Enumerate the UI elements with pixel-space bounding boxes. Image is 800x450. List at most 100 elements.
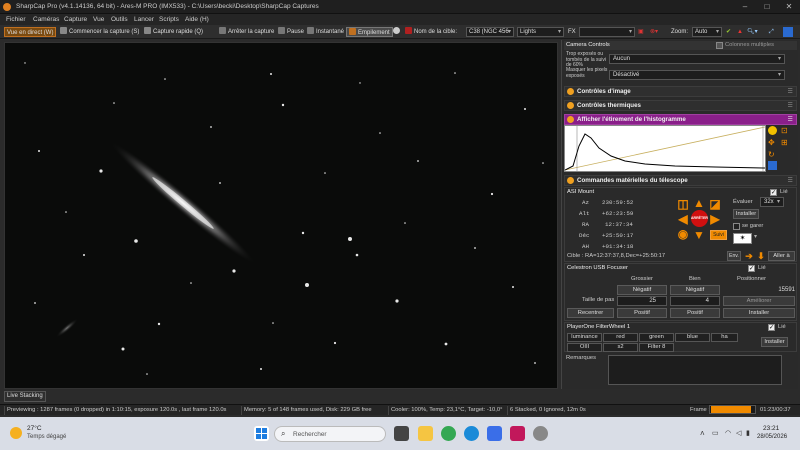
minimize-button[interactable]: – [734,0,756,14]
filter-s2[interactable]: s2 [603,343,638,352]
menu-view[interactable]: Vue [93,16,104,23]
file-explorer-icon[interactable] [418,426,433,441]
star-dropdown-icon[interactable]: ▾ [754,234,757,240]
save-icon[interactable] [768,161,777,170]
quick-capture-button[interactable]: Capture rapide (Q) [144,27,203,37]
expand-icon[interactable]: ⤢ [769,27,774,37]
refresh-icon[interactable]: ↻ [768,150,777,159]
stop-mount-button[interactable]: ARRÊTER [691,210,708,227]
pin-icon[interactable]: ⊡ [781,126,790,135]
menu-icon[interactable]: ☰ [787,176,793,185]
menu-launch[interactable]: Lancer [134,16,154,23]
app-icon[interactable] [510,426,525,441]
recenter-button[interactable]: Recentrer [567,308,614,318]
lock-icon[interactable]: ⊞ [781,138,790,147]
center-icon[interactable]: ◉ [677,228,689,240]
pin-icon[interactable] [783,27,793,37]
mount-linked-checkbox[interactable]: ✓ [770,189,777,196]
focuser-install-button[interactable]: Installer [723,308,795,318]
star-icon[interactable]: ✶ [733,233,752,244]
clock-time[interactable]: 23:21 [763,425,779,432]
battery-icon[interactable]: ▮ [746,429,750,437]
menu-scripts[interactable]: Scripts [159,16,179,23]
fine-positive-button[interactable]: Positif [670,308,720,318]
image-preview[interactable] [4,42,558,389]
send-button[interactable]: Env. [727,251,741,261]
image-controls-header[interactable]: Contrôles d'image ☰ [564,86,797,97]
filter-green[interactable]: green [639,333,674,342]
filter-blue[interactable]: blue [675,333,710,342]
network-icon[interactable]: ▭ [712,429,719,437]
target-name-select[interactable]: C38 (NGC 456 [466,27,514,37]
close-button[interactable]: ✕ [778,0,800,14]
windows-start-icon[interactable] [254,426,269,441]
maximize-button[interactable]: □ [756,0,778,14]
menu-tools[interactable]: Outils [111,16,128,23]
record-toggle[interactable] [393,27,402,37]
stacking-button[interactable]: Empilement [346,27,393,37]
mask-select[interactable]: Désactivé [609,70,785,80]
slew-icon[interactable]: ◪ [709,198,721,210]
exposure-warning-select[interactable]: Aucun [609,54,785,64]
menu-icon[interactable]: ☰ [787,115,793,124]
crosshair-icon[interactable]: ⊗▾ [650,27,658,37]
start-capture-button[interactable]: Commencer la capture (S) [60,27,139,37]
stop-capture-button[interactable]: Arrêter la capture [219,27,274,37]
filter-8[interactable]: Filter 8 [639,343,674,352]
coarse-negative-button[interactable]: Négatif [617,285,667,295]
mount-install-button[interactable]: Installer [733,209,759,219]
multi-columns-checkbox[interactable] [716,42,723,49]
live-view-button[interactable]: Vue en direct (W) [4,27,57,37]
thermal-controls-header[interactable]: Contrôles thermiques ☰ [564,100,797,111]
menu-cameras[interactable]: Caméras [33,16,59,23]
coarse-positive-button[interactable]: Positif [617,308,667,318]
menu-help[interactable]: Aide (H) [185,16,209,23]
north-arrow-button[interactable]: ▲ [693,197,705,209]
park-checkbox[interactable] [733,223,740,230]
store-icon[interactable] [487,426,502,441]
wifi-icon[interactable]: ◠ [725,429,731,437]
weather-sun-icon[interactable] [10,427,22,439]
edge-icon[interactable] [464,426,479,441]
volume-icon[interactable]: ◁ [736,429,741,437]
refine-button[interactable]: Améliorer [723,296,795,306]
track-icon[interactable]: ◫ [677,198,689,210]
warning-icon[interactable]: ▲ [737,27,743,37]
snapshot-button[interactable]: Instantané [307,27,344,37]
filter-ha[interactable]: ha [711,333,738,342]
filter-oiii[interactable]: OIII [567,343,602,352]
clock-date[interactable]: 28/05/2026 [757,434,787,440]
telescope-header[interactable]: Commandes matérielles du télescope ☰ [564,175,797,186]
filterwheel-linked-checkbox[interactable]: ✓ [768,324,775,331]
focuser-linked-checkbox[interactable]: ✓ [748,265,755,272]
sharpcap-taskbar-icon[interactable] [533,426,548,441]
filter-red[interactable]: red [603,333,638,342]
east-arrow-button[interactable]: ▶ [709,213,721,225]
weather-temp[interactable]: 27°C [27,425,42,432]
zoom-select[interactable]: Auto [692,27,722,37]
fine-negative-button[interactable]: Négatif [670,285,720,295]
filterwheel-install-button[interactable]: Installer [761,337,788,347]
chevron-up-icon[interactable]: ˄ [700,429,705,438]
speed-select[interactable]: 32x [760,197,784,207]
weather-desc[interactable]: Temps dégagé [27,434,66,440]
fine-step-input[interactable]: 4 [670,296,720,306]
check-icon[interactable]: ✔ [726,27,731,37]
frame-type-select[interactable]: Lights [517,27,564,37]
live-stacking-tab[interactable]: Live Stacking [4,391,46,402]
fx-select[interactable] [579,27,635,37]
move-icon[interactable]: ✥ [768,138,777,147]
magnifier-icon[interactable]: 🔍︎▾ [747,27,758,37]
menu-file[interactable]: Fichier [6,16,26,23]
histogram-header[interactable]: Afficher l'étirement de l'histogramme ☰ [564,114,797,125]
histogram-chart[interactable] [564,125,766,172]
menu-icon[interactable]: ☰ [787,87,793,96]
goto-button[interactable]: Aller à [768,251,795,261]
west-arrow-button[interactable]: ◀ [677,213,689,225]
filter-luminance[interactable]: luminance [567,333,602,342]
chrome-icon[interactable] [441,426,456,441]
right-arrow-icon[interactable]: ➔ [743,250,755,262]
remarks-textarea[interactable] [608,355,782,385]
reticle-icon[interactable]: ▣ [638,27,644,37]
pause-button[interactable]: Pause [278,27,304,37]
